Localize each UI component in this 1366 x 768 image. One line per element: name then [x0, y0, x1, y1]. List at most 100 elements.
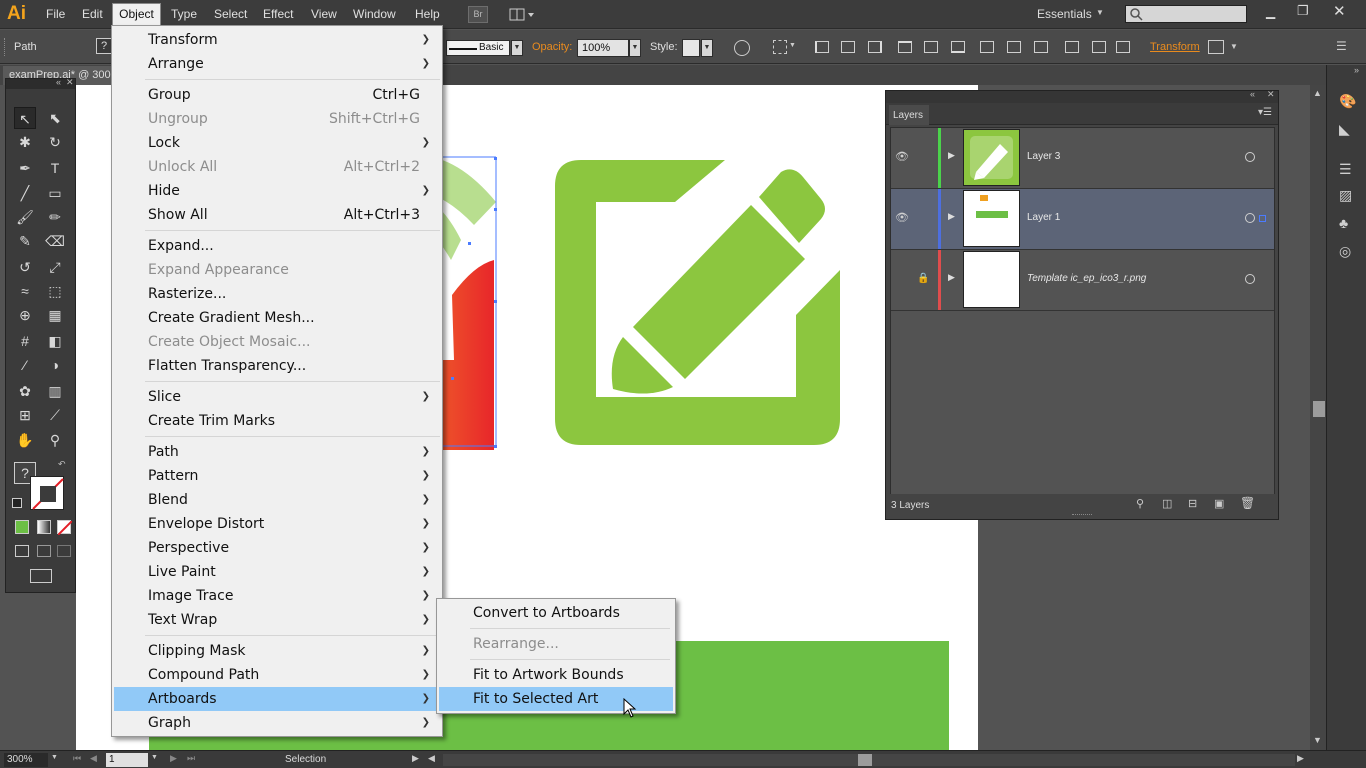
- eraser-tool-icon[interactable]: ⌫: [44, 230, 66, 252]
- submenu-item-fit-to-artwork-bounds[interactable]: Fit to Artwork Bounds: [439, 663, 673, 687]
- screen-mode-icon[interactable]: [30, 569, 52, 583]
- distribute-horizontal-center-icon[interactable]: [1092, 41, 1106, 53]
- restore-icon[interactable]: ❐: [1297, 3, 1309, 19]
- align-bottom-icon[interactable]: [951, 41, 965, 53]
- align-top-icon[interactable]: [898, 41, 912, 53]
- menu-item-pattern[interactable]: Pattern ❯: [114, 464, 440, 488]
- mesh-tool-icon[interactable]: #: [14, 330, 36, 352]
- menu-item-compound-path[interactable]: Compound Path ❯: [114, 663, 440, 687]
- menu-item-lock[interactable]: Lock ❯: [114, 131, 440, 155]
- arrange-documents-button[interactable]: [508, 6, 536, 23]
- layer-row-template[interactable]: 🔒 ▶ Template ic_ep_ico3_r.png: [891, 250, 1274, 311]
- draw-inside-icon[interactable]: [57, 545, 71, 557]
- width-tool-icon[interactable]: ≈: [14, 280, 36, 302]
- layers-tab[interactable]: Layers: [889, 105, 929, 125]
- new-layer-icon[interactable]: ▣: [1214, 497, 1224, 510]
- line-tool-icon[interactable]: ╱: [14, 182, 36, 204]
- visibility-eye-icon[interactable]: 👁: [893, 150, 911, 166]
- menu-item-expand[interactable]: Expand...: [114, 234, 440, 258]
- menu-item-envelope-distort[interactable]: Envelope Distort ❯: [114, 512, 440, 536]
- menu-item-create-trim-marks[interactable]: Create Trim Marks: [114, 409, 440, 433]
- magic-wand-tool-icon[interactable]: ✱: [14, 131, 36, 153]
- menu-view[interactable]: View: [311, 7, 337, 21]
- submenu-item-convert-to-artboards[interactable]: Convert to Artboards: [439, 601, 673, 625]
- zoom-tool-icon[interactable]: ⚲: [44, 429, 66, 451]
- draw-behind-icon[interactable]: [37, 545, 51, 557]
- align-right-icon[interactable]: [868, 41, 882, 53]
- menu-item-arrange[interactable]: Arrange ❯: [114, 52, 440, 76]
- menu-file[interactable]: File: [46, 7, 65, 21]
- layers-collapse-icon[interactable]: «: [1250, 89, 1255, 99]
- menu-window[interactable]: Window: [353, 7, 396, 21]
- layer-name[interactable]: Layer 3: [1027, 151, 1060, 162]
- artboard-tool-icon[interactable]: ⊞: [14, 404, 36, 426]
- opacity-label[interactable]: Opacity:: [532, 41, 572, 53]
- close-icon[interactable]: ✕: [1333, 2, 1346, 20]
- menu-item-image-trace[interactable]: Image Trace ❯: [114, 584, 440, 608]
- search-input[interactable]: [1125, 5, 1247, 23]
- layer-target-icon[interactable]: [1245, 274, 1255, 284]
- menu-item-rasterize[interactable]: Rasterize...: [114, 282, 440, 306]
- layer-row-layer-3[interactable]: 👁 ▶ Layer 3: [891, 128, 1274, 189]
- selected-art-indicator[interactable]: [1259, 215, 1266, 222]
- menu-item-group[interactable]: Group Ctrl+G: [114, 83, 440, 107]
- new-sublayer-icon[interactable]: ⊟: [1188, 497, 1197, 510]
- layer-target-icon[interactable]: [1245, 213, 1255, 223]
- stroke-profile-dropdown-icon[interactable]: ▼: [511, 40, 523, 56]
- scroll-up-icon[interactable]: ▲: [1313, 88, 1322, 98]
- align-to-dropdown-icon[interactable]: ▼: [789, 42, 796, 49]
- layers-resize-grip[interactable]: [1072, 514, 1092, 517]
- slice-tool-icon[interactable]: ⟋: [44, 404, 66, 426]
- selection-tool-icon[interactable]: ↖: [14, 107, 36, 129]
- horizontal-scroll-thumb[interactable]: [858, 754, 872, 766]
- lock-icon[interactable]: 🔒: [917, 273, 929, 284]
- default-colors-icon[interactable]: [12, 498, 22, 508]
- menu-item-clipping-mask[interactable]: Clipping Mask ❯: [114, 639, 440, 663]
- swap-colors-icon[interactable]: ↶: [58, 459, 66, 470]
- menu-item-hide[interactable]: Hide ❯: [114, 179, 440, 203]
- scroll-right-icon[interactable]: ▶: [1297, 753, 1304, 764]
- bridge-button[interactable]: Br: [468, 6, 488, 23]
- blob-brush-tool-icon[interactable]: ✎: [14, 230, 36, 252]
- graphic-style-swatch[interactable]: [682, 39, 700, 57]
- rectangle-tool-icon[interactable]: ▭: [44, 182, 66, 204]
- tools-close-icon[interactable]: ✕: [66, 77, 74, 88]
- lasso-tool-icon[interactable]: ↻: [44, 131, 66, 153]
- menu-help[interactable]: Help: [415, 7, 440, 21]
- style-dropdown-icon[interactable]: ▼: [701, 39, 713, 57]
- column-graph-tool-icon[interactable]: ▥: [44, 380, 66, 402]
- visibility-eye-icon[interactable]: 👁: [893, 211, 911, 227]
- none-mode-icon[interactable]: [57, 520, 73, 536]
- menu-edit[interactable]: Edit: [82, 7, 103, 21]
- menu-select[interactable]: Select: [214, 7, 247, 21]
- control-panel-menu-icon[interactable]: ☰: [1336, 39, 1347, 53]
- scale-tool-icon[interactable]: ⤢: [44, 256, 66, 278]
- stroke-color-icon[interactable]: [30, 476, 64, 510]
- align-left-icon[interactable]: [815, 41, 829, 53]
- gradient-tool-icon[interactable]: ◧: [44, 330, 66, 352]
- zoom-dropdown-icon[interactable]: ▼: [51, 754, 58, 761]
- color-guide-icon[interactable]: 🎨: [1339, 93, 1357, 109]
- perspective-grid-tool-icon[interactable]: ▦: [44, 304, 66, 326]
- scroll-left-icon[interactable]: ◀: [428, 753, 435, 764]
- menu-object[interactable]: Object: [112, 3, 161, 26]
- make-clipping-mask-icon[interactable]: ◫: [1162, 497, 1172, 510]
- paintbrush-tool-icon[interactable]: 🖌: [14, 206, 36, 228]
- distribute-bottom-icon[interactable]: [1034, 41, 1048, 53]
- artboard-number-field[interactable]: 1: [106, 753, 148, 767]
- pen-tool-icon[interactable]: ✒: [14, 157, 36, 179]
- gradient-panel-icon[interactable]: ▨: [1339, 187, 1357, 203]
- menu-item-live-paint[interactable]: Live Paint ❯: [114, 560, 440, 584]
- menu-item-blend[interactable]: Blend ❯: [114, 488, 440, 512]
- menu-item-create-gradient-mesh[interactable]: Create Gradient Mesh...: [114, 306, 440, 330]
- vertical-scroll-thumb[interactable]: [1313, 401, 1325, 417]
- menu-item-graph[interactable]: Graph ❯: [114, 711, 440, 735]
- zoom-field[interactable]: 300%: [4, 753, 48, 767]
- artboard-dropdown-icon[interactable]: ▼: [151, 754, 158, 761]
- stroke-profile-field[interactable]: Basic: [446, 40, 510, 56]
- first-artboard-icon[interactable]: ⏮: [73, 753, 81, 764]
- edit-pencil-icon[interactable]: [553, 157, 843, 447]
- last-artboard-icon[interactable]: ⏭: [187, 753, 195, 764]
- expand-layer-icon[interactable]: ▶: [948, 211, 955, 222]
- color-panel-icon[interactable]: ◣: [1339, 121, 1357, 137]
